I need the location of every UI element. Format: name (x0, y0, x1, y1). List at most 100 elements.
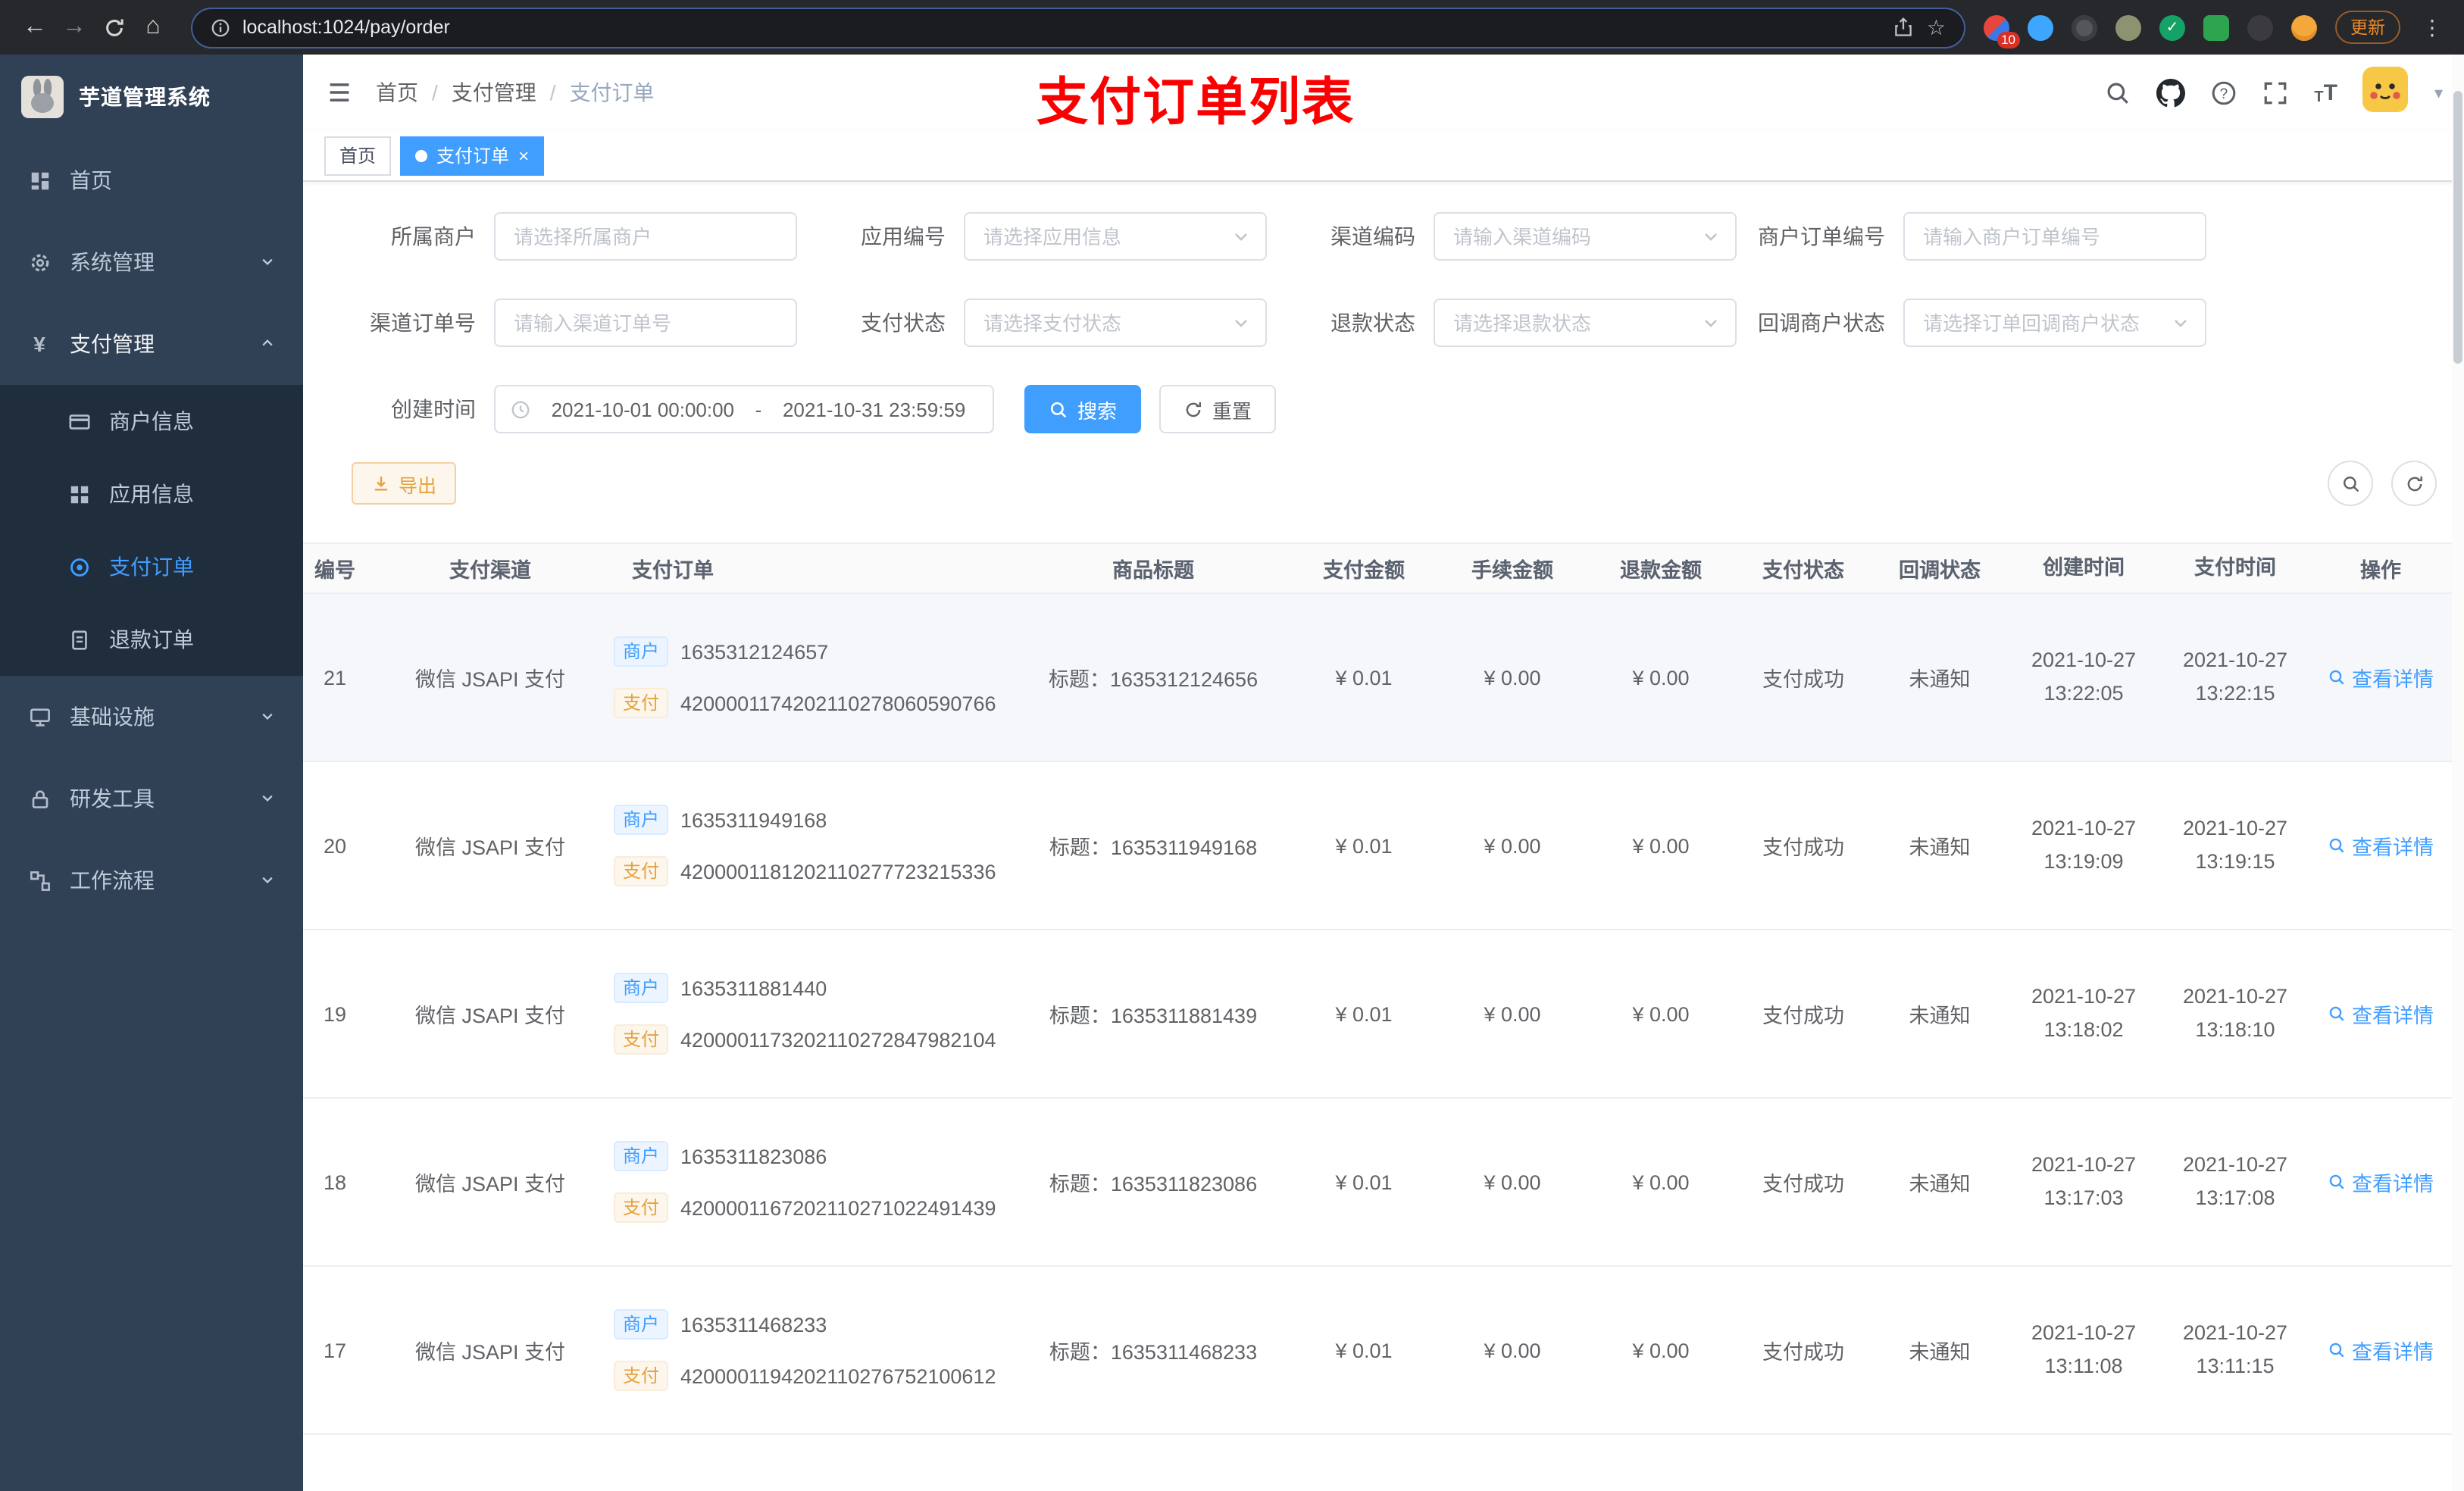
browser-forward-icon[interactable]: → (55, 8, 94, 47)
download-icon (374, 476, 388, 490)
dashboard-icon (27, 169, 52, 192)
refund-status-select[interactable] (1434, 299, 1737, 347)
table-row: 20 微信 JSAPI 支付 商户 1635311949168 支付 4200001… (303, 762, 2464, 930)
browser-toolbar: ← → ⌂ localhost:1024/pay/order ☆ 10 ✓ 更新… (0, 0, 2464, 55)
target-icon (67, 555, 91, 578)
merchant-badge: 商户 (614, 973, 669, 1003)
app-select[interactable] (964, 212, 1267, 261)
tab-home[interactable]: 首页 (324, 136, 392, 175)
search-icon[interactable] (2105, 80, 2131, 105)
breadcrumb-home[interactable]: 首页 (376, 77, 418, 108)
browser-update-button[interactable]: 更新 (2335, 11, 2400, 44)
notify-status-input[interactable] (1920, 310, 2162, 336)
channel-code-input[interactable] (1450, 223, 1693, 249)
hamburger-icon[interactable] (303, 79, 376, 106)
tab-pay-order[interactable]: 支付订单 × (400, 136, 545, 175)
reset-button[interactable]: 重置 (1159, 385, 1277, 433)
view-detail-link[interactable]: 查看详情 (2311, 999, 2450, 1029)
notify-status-select[interactable] (1903, 299, 2206, 347)
view-detail-link[interactable]: 查看详情 (2311, 830, 2450, 861)
extension-icon-8[interactable] (2291, 14, 2317, 40)
site-info-icon[interactable] (211, 17, 230, 37)
avatar-caret-icon[interactable]: ▾ (2434, 83, 2443, 102)
gear-icon (27, 251, 52, 274)
extension-icon-3[interactable] (2072, 14, 2097, 40)
browser-menu-icon[interactable]: ⋮ (2419, 14, 2446, 40)
merchant-order-no-input[interactable] (1920, 223, 2190, 249)
pay-status-input[interactable] (980, 310, 1223, 336)
navbar: 首页 / 支付管理 / 支付订单 支付订单列表 ? TT ▾ (303, 55, 2464, 132)
sidebar-item-devtools[interactable]: 研发工具 (0, 758, 303, 839)
browser-reload-icon[interactable] (94, 8, 133, 47)
bookmark-star-icon[interactable]: ☆ (1927, 14, 1946, 40)
breadcrumb-current: 支付订单 (569, 80, 655, 105)
chevron-down-icon (260, 252, 275, 274)
sidebar-item-app-info[interactable]: 应用信息 (0, 458, 303, 530)
chevron-up-icon (260, 333, 275, 355)
sidebar-item-infra[interactable]: 基础设施 (0, 676, 303, 758)
refund-status-input[interactable] (1450, 310, 1693, 336)
channel-code-select[interactable] (1434, 212, 1737, 261)
close-icon[interactable]: × (518, 146, 529, 164)
create-time-range-picker[interactable]: - (494, 385, 994, 433)
search-button[interactable]: 搜索 (1024, 385, 1142, 433)
font-size-icon[interactable]: TT (2314, 80, 2337, 105)
date-end-input[interactable] (771, 396, 977, 422)
sidebar-item-merchant-info[interactable]: 商户信息 (0, 385, 303, 458)
channel-order-no-input[interactable] (511, 310, 780, 336)
view-detail-link[interactable]: 查看详情 (2311, 662, 2450, 692)
merchant-order-no-field[interactable] (1903, 212, 2206, 261)
grid-icon (67, 483, 91, 505)
sidebar-item-refund-order[interactable]: 退款订单 (0, 603, 303, 676)
sidebar-item-pay-order[interactable]: 支付订单 (0, 530, 303, 603)
help-icon[interactable]: ? (2211, 80, 2237, 105)
scrollbar-thumb[interactable] (2453, 91, 2462, 364)
address-bar[interactable]: localhost:1024/pay/order ☆ (191, 7, 1965, 48)
table-header-row: 编号 支付渠道 支付订单 商品标题 支付金额 手续金额 退款金额 支付状态 回调… (303, 542, 2464, 594)
extension-icon-7[interactable] (2247, 14, 2273, 40)
sidebar-item-home[interactable]: 首页 (0, 139, 303, 221)
sidebar-item-payment[interactable]: ¥ 支付管理 (0, 303, 303, 385)
github-icon[interactable] (2156, 78, 2186, 107)
view-detail-link[interactable]: 查看详情 (2311, 1335, 2450, 1365)
merchant-select[interactable] (494, 212, 797, 261)
date-start-input[interactable] (539, 396, 746, 422)
extension-icon-6[interactable] (2203, 14, 2229, 40)
payment-submenu: 商户信息 应用信息 支付订单 退款订单 (0, 385, 303, 676)
pay-badge: 支付 (614, 688, 669, 718)
svg-text:?: ? (2220, 86, 2228, 102)
channel-order-no-field[interactable] (494, 299, 797, 347)
search-icon (1050, 401, 1067, 417)
extension-icon-2[interactable] (2028, 14, 2053, 40)
merchant-input[interactable] (511, 223, 780, 249)
breadcrumb-payment[interactable]: 支付管理 (452, 77, 536, 108)
browser-window: ← → ⌂ localhost:1024/pay/order ☆ 10 ✓ 更新… (0, 0, 2464, 1491)
table-row: 18 微信 JSAPI 支付 商户 1635311823086 支付 4200001… (303, 1099, 2464, 1267)
breadcrumb: 首页 / 支付管理 / 支付订单 (376, 77, 655, 108)
extension-badge: 10 (1997, 31, 2020, 48)
app-input[interactable] (980, 223, 1223, 249)
browser-back-icon[interactable]: ← (15, 8, 55, 47)
share-icon[interactable] (1893, 17, 1915, 38)
extension-icon-4[interactable] (2115, 14, 2141, 40)
merchant-badge: 商户 (614, 1309, 669, 1339)
chevron-down-icon (1702, 227, 1720, 245)
clock-icon (511, 400, 530, 418)
refresh-table-icon[interactable] (2391, 461, 2437, 506)
export-button[interactable]: 导出 (352, 462, 457, 505)
extension-icon-5[interactable]: ✓ (2159, 14, 2185, 40)
browser-home-icon[interactable]: ⌂ (133, 8, 173, 47)
avatar[interactable] (2362, 66, 2409, 119)
logo-avatar (21, 76, 64, 118)
pay-badge: 支付 (614, 1024, 669, 1055)
pay-status-select[interactable] (964, 299, 1267, 347)
sidebar-item-system[interactable]: 系统管理 (0, 221, 303, 303)
view-detail-link[interactable]: 查看详情 (2311, 1167, 2450, 1197)
refresh-icon (1186, 401, 1202, 417)
extension-icon-1[interactable]: 10 (1984, 14, 2020, 48)
pay-badge: 支付 (614, 1192, 669, 1223)
sidebar-item-workflow[interactable]: 工作流程 (0, 839, 303, 921)
show-search-icon[interactable] (2328, 461, 2373, 506)
chevron-down-icon (260, 706, 275, 728)
fullscreen-icon[interactable] (2262, 80, 2288, 105)
